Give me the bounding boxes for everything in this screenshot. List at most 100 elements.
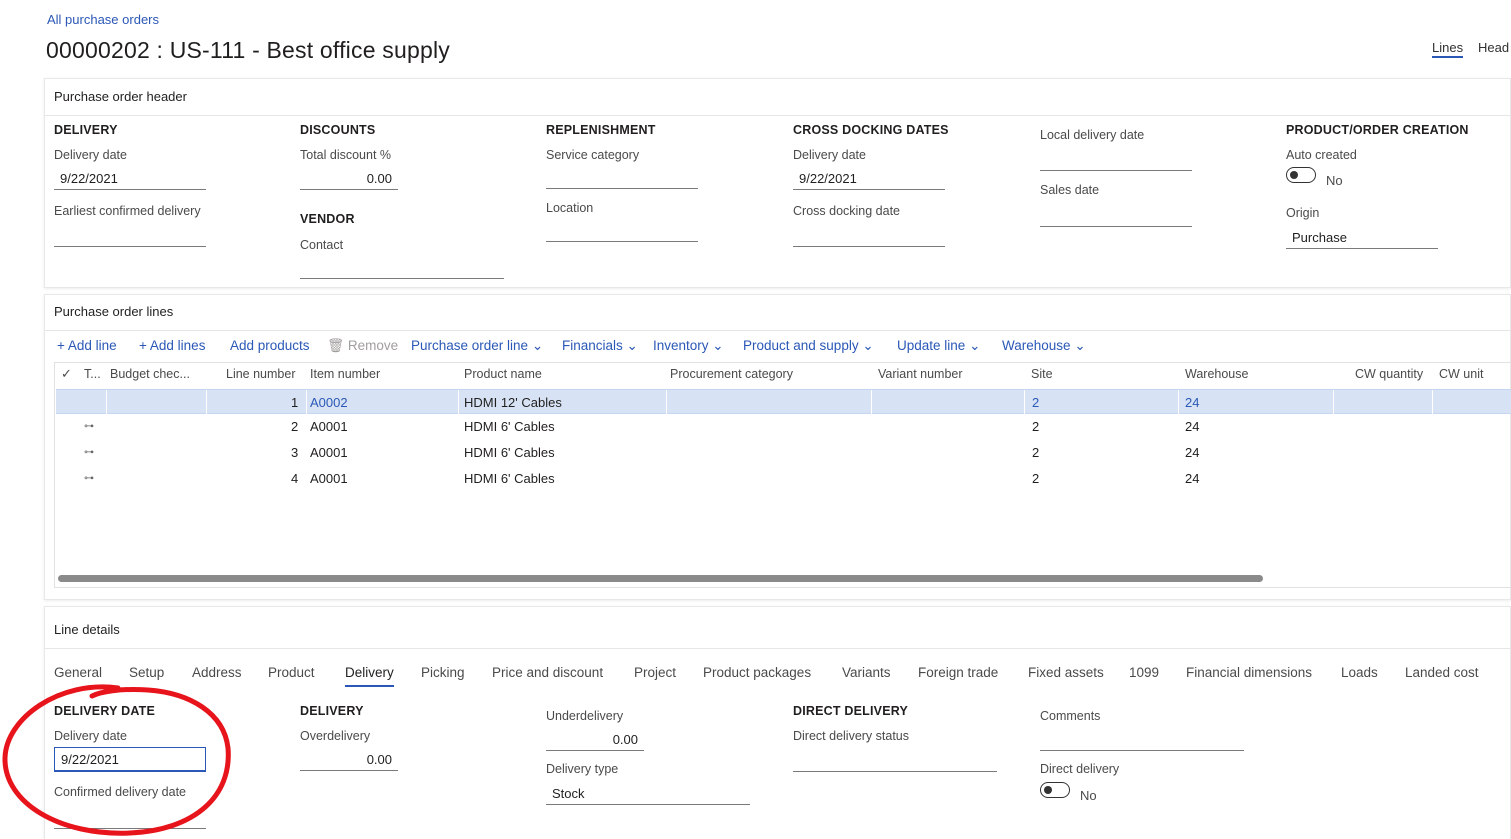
add-products-button[interactable]: Add products [230,338,310,353]
service-category-field[interactable] [546,166,698,189]
tab-delivery[interactable]: Delivery [345,665,394,687]
cell-item-number[interactable]: A0001 [310,445,348,460]
earliest-confirmed-field[interactable] [54,224,206,247]
cell-product-name: HDMI 6' Cables [464,471,555,486]
origin-field[interactable]: Purchase [1286,226,1438,249]
direct-delivery-status-field[interactable] [793,749,997,772]
cell-item-number[interactable]: A0002 [310,395,348,410]
plus-icon: + [57,338,65,353]
delivery-date-field[interactable]: 9/22/2021 [54,167,206,190]
col-cw-quantity[interactable]: CW quantity [1355,367,1423,381]
cell-warehouse[interactable]: 24 [1185,419,1199,434]
overdelivery-field[interactable]: 0.00 [300,748,398,771]
purchase-order-line-menu[interactable]: Purchase order line ⌄ [411,338,543,354]
table-row[interactable]: 1 A0002 HDMI 12' Cables 2 24 [56,389,1511,415]
product-and-supply-menu[interactable]: Product and supply ⌄ [743,338,874,354]
cd-delivery-date-field[interactable]: 9/22/2021 [793,167,945,190]
chevron-down-icon: ⌄ [969,338,981,353]
cd-delivery-date-label: Delivery date [793,148,866,162]
table-row[interactable]: ⊶ 2 A0001 HDMI 6' Cables 2 24 [56,414,1511,439]
local-delivery-date-field[interactable] [1040,148,1192,171]
col-warehouse[interactable]: Warehouse [1185,367,1248,381]
tab-project[interactable]: Project [634,665,676,680]
overdelivery-label: Overdelivery [300,729,371,743]
contact-field[interactable] [300,256,504,279]
col-cw-unit[interactable]: CW unit [1439,367,1483,381]
tab-header[interactable]: Head [1478,40,1509,55]
tab-1099[interactable]: 1099 [1129,665,1159,680]
comments-field[interactable] [1040,728,1244,751]
direct-delivery-status-label: Direct delivery status [793,729,910,743]
cell-warehouse[interactable]: 24 [1185,445,1199,460]
underdelivery-field[interactable]: 0.00 [546,728,644,751]
cell-site[interactable]: 2 [1032,445,1039,460]
cell-warehouse[interactable]: 24 [1185,471,1199,486]
direct-delivery-value: No [1080,788,1097,803]
cell-warehouse[interactable]: 24 [1185,395,1199,410]
update-line-menu[interactable]: Update line ⌄ [897,338,980,354]
tab-loads[interactable]: Loads [1341,665,1378,680]
total-discount-field[interactable]: 0.00 [300,167,398,190]
tab-product[interactable]: Product [268,665,315,680]
hierarchy-icon: ⊶ [84,473,94,484]
col-site[interactable]: Site [1031,367,1053,381]
tab-variants[interactable]: Variants [842,665,891,680]
cell-item-number[interactable]: A0001 [310,471,348,486]
add-lines-button[interactable]: + Add lines [139,338,205,353]
cell-site[interactable]: 2 [1032,471,1039,486]
tab-fixed-assets[interactable]: Fixed assets [1028,665,1104,680]
delivery-type-field[interactable]: Stock [546,782,750,805]
tab-picking[interactable]: Picking [421,665,465,680]
cross-docking-date-field[interactable] [793,224,945,247]
cell-site[interactable]: 2 [1032,395,1039,410]
tab-landed-cost[interactable]: Landed cost [1405,665,1479,680]
table-row[interactable]: ⊶ 4 A0001 HDMI 6' Cables 2 24 [56,466,1511,491]
col-line-number[interactable]: Line number [226,367,296,381]
section-title[interactable]: Purchase order lines [54,304,173,319]
underdelivery-label: Underdelivery [546,709,624,723]
col-procurement-category[interactable]: Procurement category [670,367,793,381]
tab-foreign-trade[interactable]: Foreign trade [918,665,998,680]
total-discount-label: Total discount % [300,148,392,162]
warehouse-menu[interactable]: Warehouse ⌄ [1002,338,1086,354]
sales-date-field[interactable] [1040,204,1192,227]
col-variant-number[interactable]: Variant number [878,367,963,381]
col-type[interactable]: T... [84,367,101,381]
add-line-button[interactable]: + Add line [57,338,117,353]
group-product-order-creation: PRODUCT/ORDER CREATION [1286,123,1469,137]
delivery-type-label: Delivery type [546,762,619,776]
inventory-menu[interactable]: Inventory ⌄ [653,338,724,354]
remove-button[interactable]: 🗑 Remove [327,338,398,354]
location-field[interactable] [546,219,698,242]
direct-delivery-label: Direct delivery [1040,762,1120,776]
group-cross-docking: CROSS DOCKING DATES [793,123,949,137]
cell-site[interactable]: 2 [1032,419,1039,434]
section-title[interactable]: Purchase order header [54,89,187,104]
cell-product-name: HDMI 6' Cables [464,419,555,434]
page-title: 00000202 : US-111 - Best office supply [46,37,450,63]
tab-product-packages[interactable]: Product packages [703,665,811,680]
auto-created-label: Auto created [1286,148,1357,162]
add-line-label: Add line [67,338,117,353]
group-delivery: DELIVERY [54,123,118,137]
table-row[interactable]: ⊶ 3 A0001 HDMI 6' Cables 2 24 [56,440,1511,465]
group-vendor: VENDOR [300,212,355,226]
add-lines-label: Add lines [149,338,206,353]
tab-financial-dimensions[interactable]: Financial dimensions [1186,665,1312,680]
tab-price-and-discount[interactable]: Price and discount [492,665,603,680]
auto-created-toggle[interactable] [1286,167,1316,183]
tab-lines[interactable]: Lines [1432,40,1464,58]
col-item-number[interactable]: Item number [310,367,380,381]
financials-menu[interactable]: Financials ⌄ [562,338,638,354]
direct-delivery-toggle[interactable] [1040,782,1070,798]
select-all-checkmark-icon[interactable]: ✓ [61,366,72,382]
col-budget-check[interactable]: Budget chec... [110,367,190,381]
section-title[interactable]: Line details [54,622,120,637]
cell-product-name: HDMI 12' Cables [464,395,562,410]
breadcrumb[interactable]: All purchase orders [47,12,159,27]
cell-item-number[interactable]: A0001 [310,419,348,434]
divider [45,115,1510,116]
horizontal-scrollbar[interactable] [58,575,1263,582]
col-product-name[interactable]: Product name [464,367,542,381]
service-category-label: Service category [546,148,640,162]
